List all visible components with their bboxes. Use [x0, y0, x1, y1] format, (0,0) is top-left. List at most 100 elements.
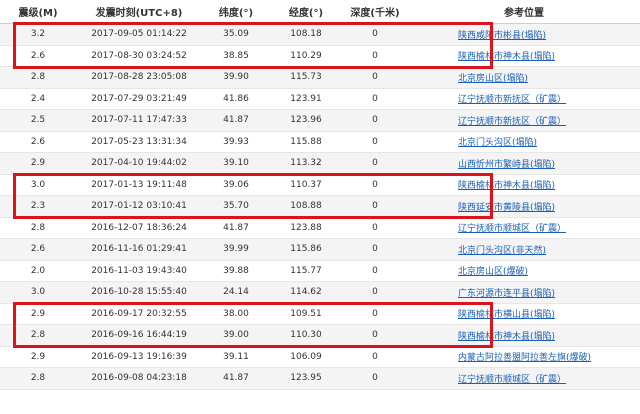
longitude-cell: 113.32 [290, 158, 322, 169]
latitude-cell: 35.09 [223, 29, 249, 40]
depth-cell: 0 [372, 244, 378, 255]
header-longitude[interactable]: 经度(°) [270, 4, 342, 19]
table-row: 3.0 2016-10-28 15:55:40 24.14 114.62 0 广东河源市连… [0, 282, 640, 304]
location-cell: 内蒙古阿拉善盟阿拉善左旗(爆破) [408, 350, 640, 363]
latitude-cell: 38.85 [223, 50, 249, 61]
table-row: 2.8 2016-09-08 04:23:18 41.87 123.95 0 辽宁抚顺市顺… [0, 368, 640, 390]
location-link[interactable]: 陕西咸阳市彬县(塌陷) [458, 31, 546, 41]
location-link[interactable]: 山西忻州市繁峙县(塌陷) [458, 160, 555, 170]
depth-cell: 0 [372, 50, 378, 61]
location-link[interactable]: 陕西延安市黄陵县(塌陷) [458, 203, 555, 213]
latitude-cell: 39.90 [223, 72, 249, 83]
latitude-cell: 39.00 [223, 330, 249, 341]
location-link[interactable]: 陕西榆林市横山县(塌陷) [458, 310, 555, 320]
latitude-cell: 39.11 [223, 351, 249, 362]
longitude-cell: 123.91 [290, 93, 322, 104]
magnitude-cell: 3.0 [30, 179, 46, 190]
table-row: 2.6 2017-08-30 03:24:52 38.85 110.29 0 陕西榆林市神… [0, 45, 640, 67]
table-row: 2.8 2016-09-16 16:44:19 39.00 110.30 0 陕西榆林市神… [0, 325, 640, 347]
longitude-cell: 123.95 [290, 373, 322, 384]
location-link[interactable]: 广东河源市连平县(塌陷) [458, 289, 555, 299]
header-location[interactable]: 参考位置 [408, 4, 640, 19]
time-cell: 2016-09-16 16:44:19 [91, 330, 187, 341]
magnitude-cell: 2.6 [30, 244, 46, 255]
magnitude-cell: 2.5 [30, 115, 46, 126]
latitude-cell: 41.87 [223, 222, 249, 233]
location-cell: 山西忻州市繁峙县(塌陷) [408, 157, 640, 170]
header-time[interactable]: 发震时刻(UTC+8) [76, 4, 202, 19]
table-row: 2.9 2017-04-10 19:44:02 39.10 113.32 0 山西忻州市繁… [0, 153, 640, 175]
latitude-cell: 39.06 [223, 179, 249, 190]
latitude-cell: 24.14 [223, 287, 249, 298]
table-row: 2.6 2016-11-16 01:29:41 39.99 115.86 0 北京门头沟区… [0, 239, 640, 261]
longitude-cell: 108.18 [290, 29, 322, 40]
longitude-cell: 115.86 [290, 244, 322, 255]
depth-cell: 0 [372, 373, 378, 384]
location-link[interactable]: 辽宁抚顺市顺城区（矿震） [458, 224, 566, 234]
location-link[interactable]: 辽宁抚顺市新抚区（矿震） [458, 117, 566, 127]
magnitude-cell: 2.8 [30, 72, 46, 83]
latitude-cell: 41.86 [223, 93, 249, 104]
depth-cell: 0 [372, 351, 378, 362]
location-link[interactable]: 陕西榆林市神木县(塌陷) [458, 332, 555, 342]
table-body: 3.2 2017-09-05 01:14:22 35.09 108.18 0 陕西咸阳市彬… [0, 24, 640, 390]
time-cell: 2017-08-30 03:24:52 [91, 50, 187, 61]
table-row: 3.0 2017-01-13 19:11:48 39.06 110.37 0 陕西榆林市神… [0, 174, 640, 196]
location-cell: 辽宁抚顺市顺城区（矿震） [408, 221, 640, 234]
location-link[interactable]: 内蒙古阿拉善盟阿拉善左旗(爆破) [458, 353, 591, 363]
magnitude-cell: 2.8 [30, 222, 46, 233]
table-row: 2.3 2017-01-12 03:10:41 35.70 108.88 0 陕西延安市黄… [0, 196, 640, 218]
location-link[interactable]: 陕西榆林市神木县(塌陷) [458, 52, 555, 62]
latitude-cell: 39.93 [223, 136, 249, 147]
table-row: 2.4 2017-07-29 03:21:49 41.86 123.91 0 辽宁抚顺市新… [0, 88, 640, 110]
table-row: 2.5 2017-07-11 17:47:33 41.87 123.96 0 辽宁抚顺市新… [0, 110, 640, 132]
table-header: 震级(M) 发震时刻(UTC+8) 纬度(°) 经度(°) 深度(千米) 参考位… [0, 0, 640, 24]
location-cell: 辽宁抚顺市新抚区（矿震） [408, 92, 640, 105]
location-link[interactable]: 辽宁抚顺市新抚区（矿震） [458, 95, 566, 105]
location-link[interactable]: 北京门头沟区(非天然) [458, 246, 546, 256]
location-cell: 陕西咸阳市彬县(塌陷) [408, 28, 640, 41]
depth-cell: 0 [372, 136, 378, 147]
magnitude-cell: 2.9 [30, 158, 46, 169]
location-link[interactable]: 陕西榆林市神木县(塌陷) [458, 181, 555, 191]
time-cell: 2017-07-29 03:21:49 [91, 93, 187, 104]
table-row: 2.9 2016-09-17 20:32:55 38.00 109.51 0 陕西榆林市横… [0, 303, 640, 325]
time-cell: 2016-10-28 15:55:40 [91, 287, 187, 298]
magnitude-cell: 3.2 [30, 29, 46, 40]
location-link[interactable]: 北京门头沟区(塌陷) [458, 138, 537, 148]
longitude-cell: 115.77 [290, 265, 322, 276]
table-row: 2.6 2017-05-23 13:31:34 39.93 115.88 0 北京门头沟区… [0, 131, 640, 153]
location-cell: 陕西榆林市神木县(塌陷) [408, 178, 640, 191]
location-link[interactable]: 辽宁抚顺市顺城区（矿震） [458, 375, 566, 385]
latitude-cell: 35.70 [223, 201, 249, 212]
location-cell: 陕西榆林市神木县(塌陷) [408, 329, 640, 342]
latitude-cell: 39.99 [223, 244, 249, 255]
location-cell: 北京房山区(爆破) [408, 264, 640, 277]
location-link[interactable]: 北京房山区(爆破) [458, 267, 528, 277]
location-cell: 广东河源市连平县(塌陷) [408, 286, 640, 299]
longitude-cell: 123.88 [290, 222, 322, 233]
magnitude-cell: 2.8 [30, 330, 46, 341]
depth-cell: 0 [372, 222, 378, 233]
magnitude-cell: 2.6 [30, 50, 46, 61]
magnitude-cell: 3.0 [30, 287, 46, 298]
table-row: 2.8 2017-08-28 23:05:08 39.90 115.73 0 北京房山区(… [0, 67, 640, 89]
time-cell: 2016-09-17 20:32:55 [91, 308, 187, 319]
latitude-cell: 39.10 [223, 158, 249, 169]
header-latitude[interactable]: 纬度(°) [202, 4, 270, 19]
header-magnitude[interactable]: 震级(M) [0, 4, 76, 19]
table-row: 3.2 2017-09-05 01:14:22 35.09 108.18 0 陕西咸阳市彬… [0, 24, 640, 46]
depth-cell: 0 [372, 179, 378, 190]
table-row: 2.8 2016-12-07 18:36:24 41.87 123.88 0 辽宁抚顺市顺… [0, 217, 640, 239]
location-cell: 北京门头沟区(塌陷) [408, 135, 640, 148]
location-link[interactable]: 北京房山区(塌陷) [458, 74, 528, 84]
longitude-cell: 110.29 [290, 50, 322, 61]
longitude-cell: 110.30 [290, 330, 322, 341]
latitude-cell: 38.00 [223, 308, 249, 319]
header-depth[interactable]: 深度(千米) [342, 4, 408, 19]
longitude-cell: 115.73 [290, 72, 322, 83]
depth-cell: 0 [372, 330, 378, 341]
depth-cell: 0 [372, 115, 378, 126]
magnitude-cell: 2.8 [30, 373, 46, 384]
magnitude-cell: 2.6 [30, 136, 46, 147]
